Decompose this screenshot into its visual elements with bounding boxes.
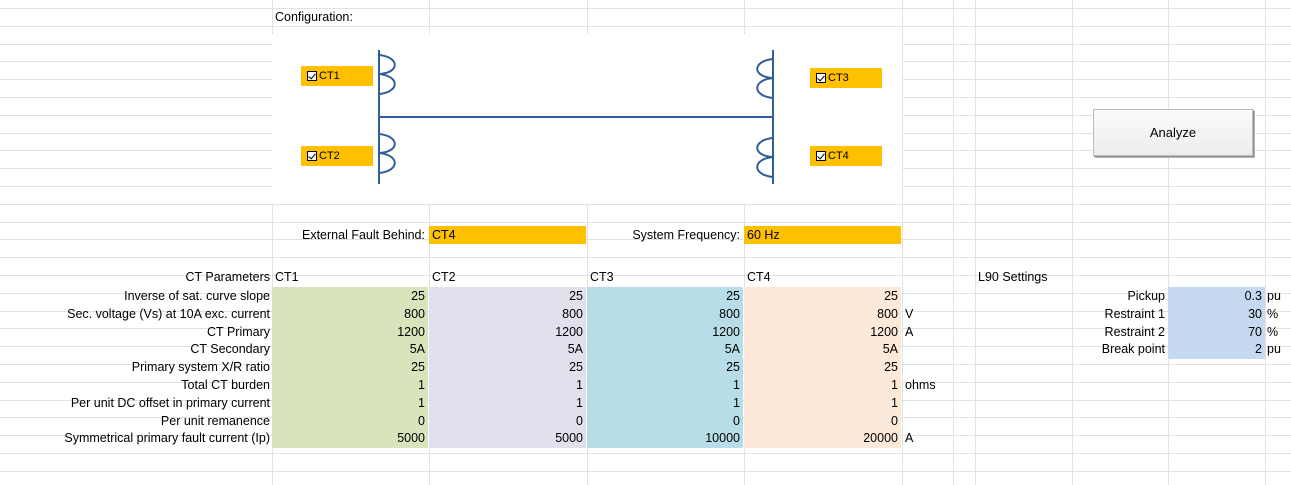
- l90-setting-label: Restraint 1: [1104, 307, 1165, 321]
- l90-setting-value[interactable]: 2: [1168, 340, 1265, 359]
- ct4-value-cell[interactable]: 5A: [744, 340, 901, 359]
- column-header-ct4: CT4: [747, 270, 771, 284]
- ct4-value-cell[interactable]: 25: [744, 287, 901, 306]
- ct3-value-cell[interactable]: 25: [587, 358, 743, 377]
- parameter-label: CT Primary: [207, 325, 270, 339]
- parameter-label: CT Secondary: [190, 342, 270, 356]
- parameter-label: Total CT burden: [181, 378, 270, 392]
- checkbox-checked-icon: [816, 73, 826, 83]
- ct3-value-cell[interactable]: 25: [587, 287, 743, 306]
- l90-setting-unit: %: [1267, 325, 1279, 339]
- column-header-ct3: CT3: [590, 270, 614, 284]
- ct3-value-cell[interactable]: 10000: [587, 429, 743, 448]
- system-frequency-select[interactable]: 60 Hz: [744, 226, 901, 244]
- ct1-value-cell[interactable]: 1: [272, 376, 428, 395]
- parameter-label: Sec. voltage (Vs) at 10A exc. current: [67, 307, 270, 321]
- ct2-value-cell[interactable]: 25: [429, 287, 586, 306]
- unit-label: V: [905, 307, 914, 321]
- analyze-button[interactable]: Analyze: [1093, 109, 1253, 156]
- ct1-checkbox[interactable]: CT1: [301, 66, 373, 86]
- unit-label: [902, 287, 962, 305]
- ct4-checkbox[interactable]: CT4: [810, 146, 882, 166]
- ct4-value-cell[interactable]: 25: [744, 358, 901, 377]
- ct3-value-cell[interactable]: 1: [587, 376, 743, 395]
- ct2-value-cell[interactable]: 800: [429, 305, 586, 324]
- l90-setting-label: Pickup: [1127, 289, 1165, 303]
- parameter-label: Symmetrical primary fault current (Ip): [64, 431, 270, 445]
- ct3-value-cell[interactable]: 1: [587, 394, 743, 413]
- checkbox-checked-icon: [307, 71, 317, 81]
- ct3-value-cell[interactable]: 800: [587, 305, 743, 324]
- ct4-coil-icon: [756, 137, 774, 178]
- ct4-value-cell[interactable]: 20000: [744, 429, 901, 448]
- l90-settings-header: L90 Settings: [978, 270, 1048, 284]
- unit-label: [902, 340, 962, 358]
- ct2-value-cell[interactable]: 5000: [429, 429, 586, 448]
- ct1-value-cell[interactable]: 5000: [272, 429, 428, 448]
- system-frequency-label: System Frequency:: [632, 228, 740, 242]
- column-header-ct2: CT2: [432, 270, 456, 284]
- ct3-checkbox[interactable]: CT3: [810, 68, 882, 88]
- ct1-value-cell[interactable]: 25: [272, 358, 428, 377]
- ct4-value-cell[interactable]: 1: [744, 376, 901, 395]
- parameter-label: Per unit DC offset in primary current: [70, 396, 270, 410]
- ct1-value-cell[interactable]: 5A: [272, 340, 428, 359]
- l90-setting-value[interactable]: 0.3: [1168, 287, 1265, 306]
- spreadsheet[interactable]: Configuration: CT1 CT2 CT3 CT4 Analyze E…: [0, 0, 1291, 485]
- ct1-value-cell[interactable]: 25: [272, 287, 428, 306]
- checkbox-checked-icon: [307, 151, 317, 161]
- ct3-value-cell[interactable]: 5A: [587, 340, 743, 359]
- external-fault-label: External Fault Behind:: [302, 228, 425, 242]
- l90-setting-unit: pu: [1267, 289, 1281, 303]
- ct-parameters-header: CT Parameters: [185, 270, 270, 284]
- unit-label: [902, 358, 962, 376]
- ct2-value-cell[interactable]: 25: [429, 358, 586, 377]
- unit-label: A: [905, 325, 914, 339]
- ct4-value-cell[interactable]: 800: [744, 305, 901, 324]
- ct1-checkbox-label: CT1: [319, 70, 340, 82]
- unit-label: [902, 412, 962, 430]
- external-fault-select[interactable]: CT4: [429, 226, 586, 244]
- l90-setting-unit: pu: [1267, 342, 1281, 356]
- unit-label: A: [905, 431, 914, 445]
- parameter-label: Per unit remanence: [160, 414, 270, 428]
- ct1-coil-icon: [378, 54, 396, 95]
- column-header-ct1: CT1: [275, 270, 299, 284]
- ct2-checkbox-label: CT2: [319, 150, 340, 162]
- ct1-value-cell[interactable]: 1: [272, 394, 428, 413]
- unit-label: ohms: [905, 378, 936, 392]
- ct3-coil-icon: [756, 58, 774, 99]
- ct3-checkbox-label: CT3: [828, 72, 849, 84]
- ct2-coil-icon: [378, 133, 396, 174]
- ct2-checkbox[interactable]: CT2: [301, 146, 373, 166]
- l90-setting-label: Restraint 2: [1104, 325, 1165, 339]
- l90-setting-unit: %: [1267, 307, 1279, 321]
- l90-setting-value[interactable]: 30: [1168, 305, 1265, 324]
- ct2-value-cell[interactable]: 5A: [429, 340, 586, 359]
- ct4-checkbox-label: CT4: [828, 150, 849, 162]
- ct2-value-cell[interactable]: 1: [429, 394, 586, 413]
- ct4-value-cell[interactable]: 1: [744, 394, 901, 413]
- ct2-value-cell[interactable]: 1: [429, 376, 586, 395]
- checkbox-checked-icon: [816, 151, 826, 161]
- l90-setting-label: Break point: [1101, 342, 1165, 356]
- unit-label: [902, 394, 962, 412]
- ct1-value-cell[interactable]: 800: [272, 305, 428, 324]
- parameter-label: Inverse of sat. curve slope: [124, 289, 270, 303]
- parameter-label: Primary system X/R ratio: [131, 360, 270, 374]
